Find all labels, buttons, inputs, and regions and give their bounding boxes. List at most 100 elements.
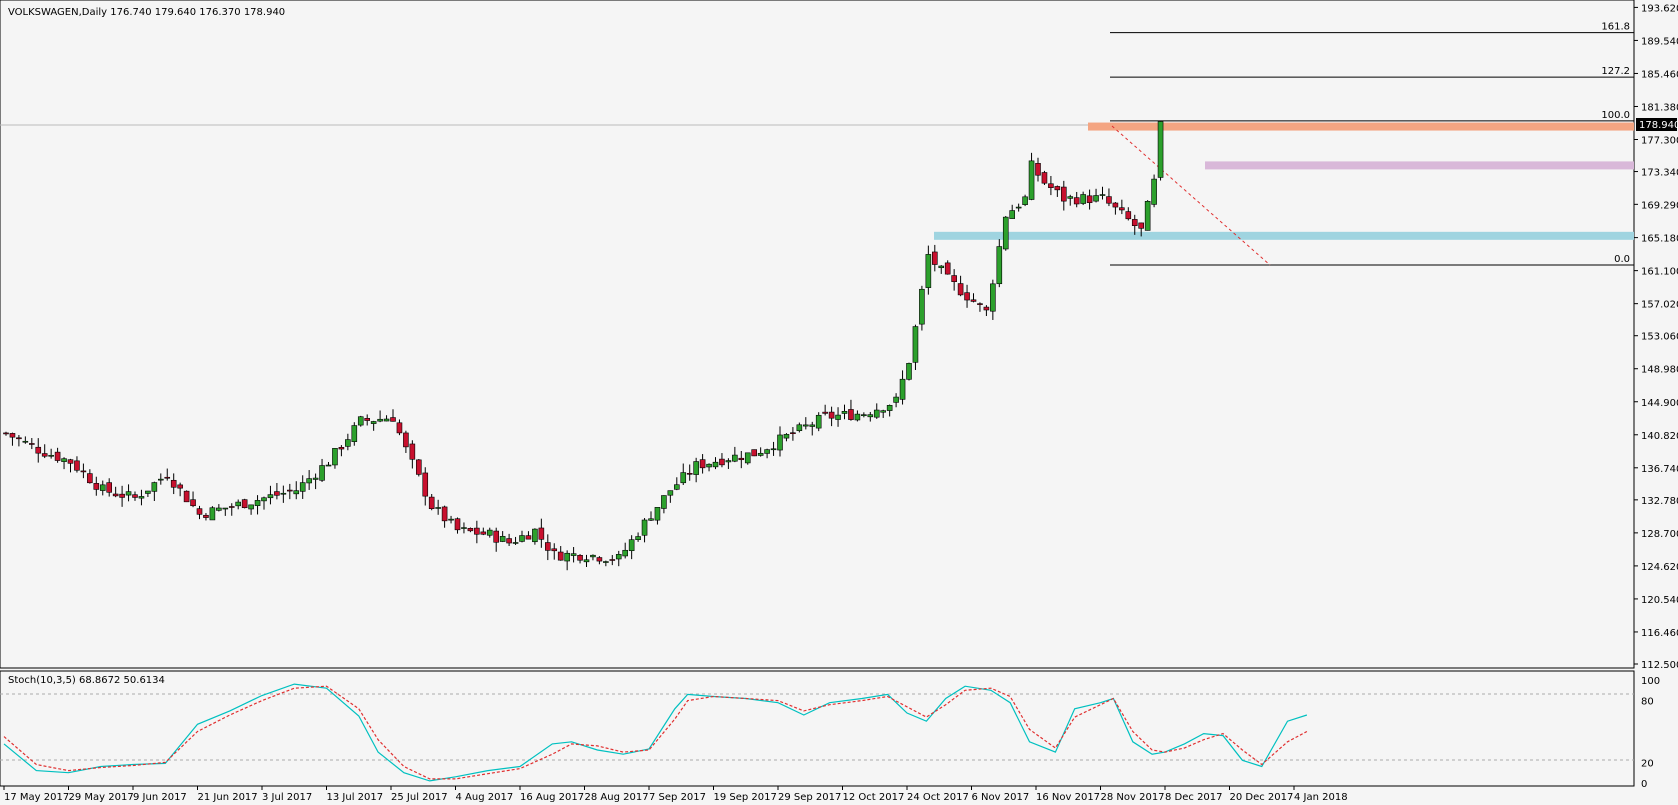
resistance-zone: [1088, 122, 1634, 131]
candle-body: [138, 496, 145, 499]
candle-body: [583, 559, 590, 563]
candle-body: [1022, 196, 1028, 205]
stoch-tick-label-2: 20: [1641, 758, 1654, 769]
candle-body: [983, 306, 990, 311]
candle-body: [532, 528, 538, 543]
date-tick-label-16: 16 Nov 2017: [1036, 792, 1100, 803]
date-tick-label-1: 29 May 2017: [69, 792, 134, 803]
candle-body: [783, 434, 790, 439]
candle-body: [312, 477, 319, 480]
candle-body: [112, 493, 119, 497]
candle-body: [241, 499, 248, 509]
candle-body: [74, 460, 80, 471]
date-tick-label-7: 4 Aug 2017: [456, 792, 514, 803]
candle-body: [28, 443, 35, 445]
candle-body: [828, 411, 835, 419]
candle-body: [67, 459, 74, 464]
candle-body: [319, 465, 325, 481]
candle-body: [1054, 186, 1061, 191]
candle-body: [654, 507, 661, 521]
candle-body: [164, 476, 171, 479]
candle-body: [80, 470, 87, 473]
candle-body: [538, 527, 545, 540]
candle-body: [196, 508, 203, 515]
chart-header: VOLKSWAGEN,Daily 176.740 179.640 176.370…: [8, 7, 285, 18]
date-tick-label-14: 24 Oct 2017: [907, 792, 969, 803]
candle-body: [919, 288, 925, 325]
candle-body: [996, 246, 1003, 285]
candle-body: [757, 452, 764, 456]
candle-body: [325, 464, 332, 467]
chart[interactable]: 161.8 127.2 100.0 0.0 VOLKSWAGEN,Daily 176.…: [0, 0, 1678, 805]
fib-label-0: 161.8: [1601, 22, 1630, 33]
candle-body: [499, 536, 506, 542]
date-tick-label-0: 17 May 2017: [4, 792, 69, 803]
price-tick-label-18: 120.540: [1641, 595, 1678, 606]
candle-body: [802, 424, 809, 427]
candle-body: [370, 421, 377, 424]
candle-body: [338, 447, 345, 450]
candle-body: [667, 490, 674, 496]
candle-body: [403, 432, 409, 448]
candle-body: [293, 490, 300, 495]
candle-body: [254, 500, 261, 506]
candle-body: [119, 493, 125, 498]
date-tick-label-2: 9 Jun 2017: [133, 792, 187, 803]
candle-body: [93, 483, 100, 490]
candle-body: [706, 463, 712, 468]
price-tick-label-4: 177.300: [1641, 136, 1678, 147]
candle-body: [467, 528, 474, 532]
price-tick-label-16: 128.700: [1641, 529, 1678, 540]
candle-body: [673, 484, 680, 490]
candle-body: [16, 437, 22, 440]
price-tick-label-3: 181.380: [1641, 102, 1678, 113]
candle-body: [493, 530, 500, 543]
date-tick-label-5: 13 Jul 2017: [327, 792, 384, 803]
candle-body: [415, 459, 422, 475]
candle-body: [235, 501, 241, 507]
candle-body: [461, 527, 467, 529]
candle-body: [377, 418, 383, 422]
candle-body: [41, 453, 48, 457]
candle-body: [970, 299, 977, 302]
candle-body: [796, 424, 803, 432]
candle-body: [390, 417, 396, 422]
candle-body: [725, 460, 732, 463]
stoch-tick-label-1: 80: [1641, 697, 1654, 708]
candle-body: [61, 458, 67, 462]
candle-body: [1002, 216, 1009, 250]
candle-body: [428, 496, 435, 510]
candle-body: [1086, 195, 1093, 203]
candle-body: [822, 411, 828, 414]
candle-body: [441, 506, 448, 522]
price-tick-label-20: 112.500: [1641, 660, 1678, 671]
date-tick-label-13: 12 Oct 2017: [843, 792, 905, 803]
price-tick-label-14: 136.740: [1641, 464, 1678, 475]
candle-body: [299, 482, 306, 492]
candle-body: [190, 499, 196, 507]
price-tick-label-9: 157.020: [1641, 300, 1678, 311]
candle-body: [1125, 211, 1132, 220]
candle-body: [454, 518, 461, 531]
candle-body: [848, 409, 854, 420]
candle-body: [248, 504, 254, 510]
date-tick-label-4: 3 Jul 2017: [262, 792, 312, 803]
candle-body: [1119, 207, 1125, 211]
candle-body: [835, 414, 841, 420]
candle-body: [893, 396, 899, 403]
candle-body: [1080, 194, 1086, 204]
candle-body: [170, 479, 177, 488]
candle-body: [815, 414, 822, 429]
candle-body: [557, 551, 564, 561]
date-tick-label-3: 21 Jun 2017: [198, 792, 258, 803]
candle-body: [925, 254, 932, 288]
price-tick-label-11: 148.980: [1641, 365, 1678, 376]
candle-body: [841, 411, 848, 414]
candle-body: [770, 448, 777, 451]
price-tick-label-6: 169.290: [1641, 200, 1678, 211]
candle-body: [1131, 219, 1138, 226]
candle-body: [435, 507, 441, 509]
candle-body: [54, 451, 61, 461]
candle-body: [854, 413, 861, 421]
candle-body: [964, 292, 970, 301]
